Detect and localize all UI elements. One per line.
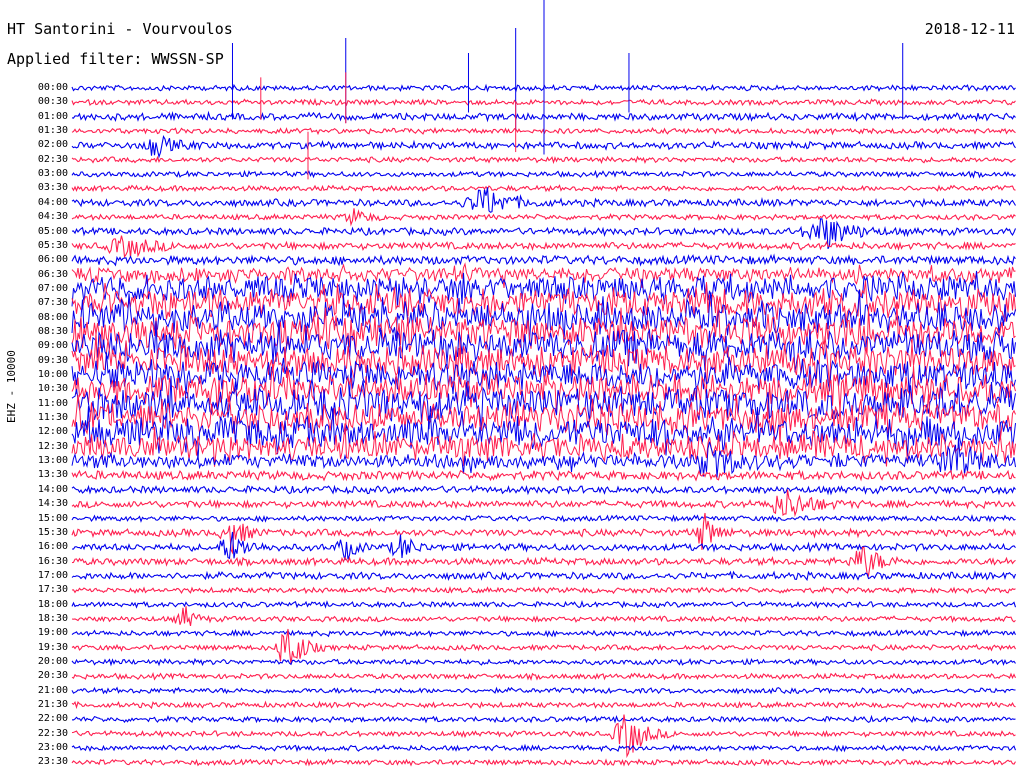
trace-1400 bbox=[71, 484, 1016, 496]
trace-1500 bbox=[71, 514, 1016, 523]
trace-0530 bbox=[71, 235, 1016, 259]
trace-0330 bbox=[71, 184, 1016, 193]
trace-2030 bbox=[71, 672, 1017, 681]
trace-1730 bbox=[71, 586, 1016, 595]
trace-1430 bbox=[71, 489, 1016, 518]
trace-0600 bbox=[71, 253, 1016, 267]
trace-1600 bbox=[71, 531, 1016, 561]
trace-2330 bbox=[71, 758, 1016, 767]
trace-0400 bbox=[71, 187, 1016, 213]
trace-1830 bbox=[71, 606, 1016, 627]
trace-0300 bbox=[71, 169, 1016, 179]
trace-1800 bbox=[71, 599, 1017, 609]
trace-2200 bbox=[71, 714, 1016, 724]
trace-1630 bbox=[71, 546, 1016, 577]
trace-1330 bbox=[71, 468, 1016, 482]
trace-0230 bbox=[71, 155, 1016, 165]
trace-1700 bbox=[71, 570, 1017, 582]
trace-2300 bbox=[71, 743, 1017, 753]
seismogram-plot bbox=[71, 0, 1017, 767]
trace-2100 bbox=[71, 686, 1016, 695]
trace-2000 bbox=[71, 657, 1016, 667]
trace-0500 bbox=[71, 218, 1017, 250]
trace-2130 bbox=[71, 700, 1016, 710]
trace-0430 bbox=[71, 208, 1016, 227]
trace-1900 bbox=[71, 628, 1016, 638]
